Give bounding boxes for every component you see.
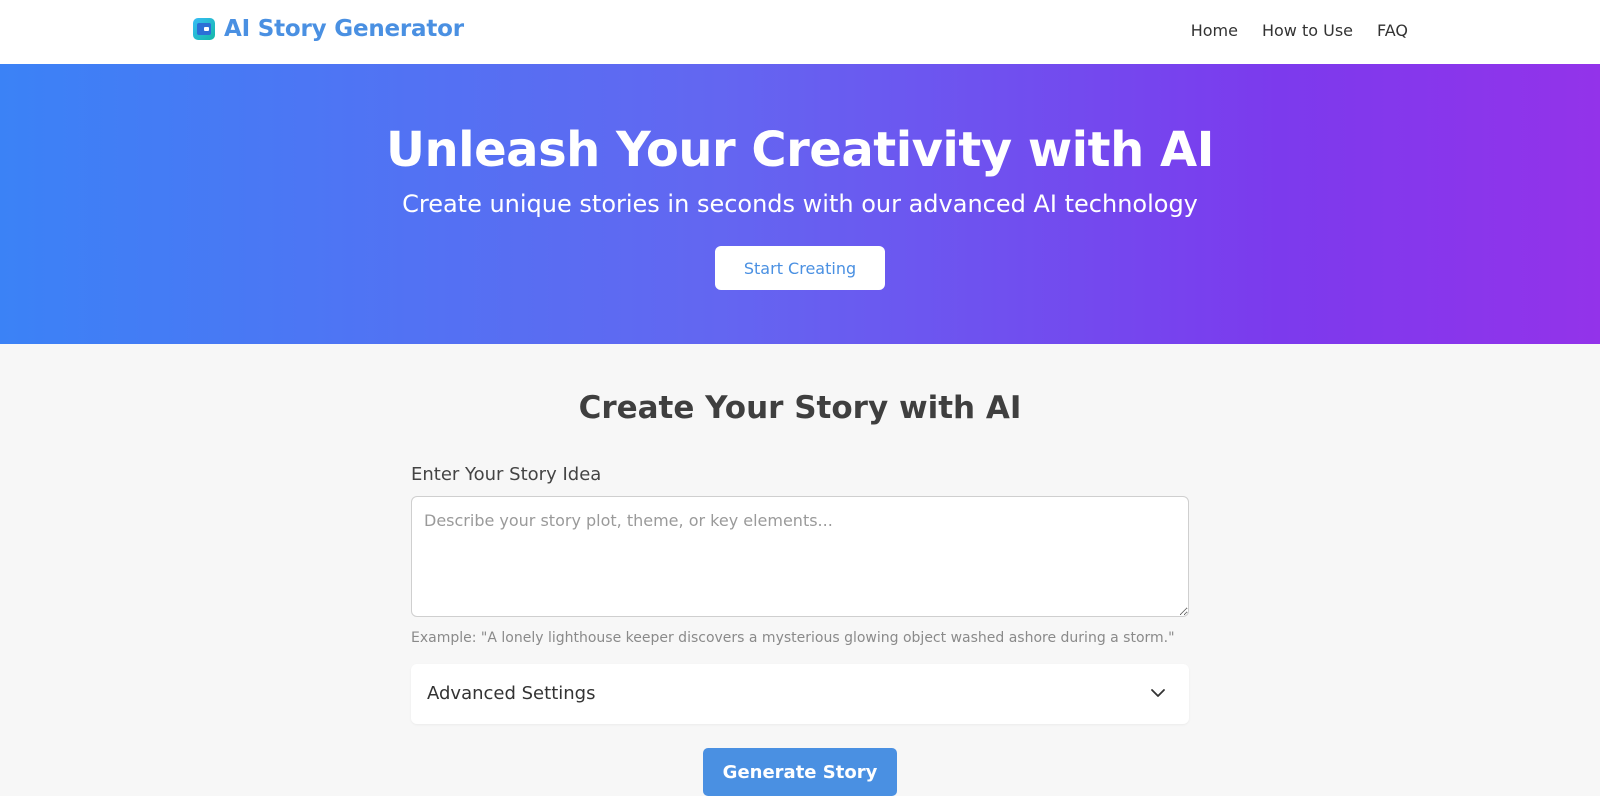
start-creating-button[interactable]: Start Creating [715,246,885,290]
advanced-settings-toggle[interactable]: Advanced Settings [411,664,1189,724]
brand-name: AI Story Generator [224,16,464,42]
section-title: Create Your Story with AI [578,390,1022,426]
nav-link-home[interactable]: Home [1191,21,1238,40]
nav-link-how-to-use[interactable]: How to Use [1262,21,1353,40]
story-idea-input[interactable] [411,496,1189,617]
hero-title: Unleash Your Creativity with AI [386,122,1214,178]
nav-link-faq[interactable]: FAQ [1377,21,1408,40]
main-nav: Home How to Use FAQ [1191,21,1408,40]
brand[interactable]: AI Story Generator [193,16,464,42]
top-navigation-bar: AI Story Generator Home How to Use FAQ [0,0,1600,64]
app-logo-icon [193,18,215,40]
hero-subtitle: Create unique stories in seconds with ou… [402,190,1198,218]
chevron-down-icon [1151,689,1165,697]
hero-banner: Unleash Your Creativity with AI Create u… [0,64,1600,344]
example-hint: Example: "A lonely lighthouse keeper dis… [411,630,1175,646]
generate-story-button[interactable]: Generate Story [703,748,897,796]
story-idea-label: Enter Your Story Idea [411,464,602,485]
advanced-settings-label: Advanced Settings [427,683,596,704]
